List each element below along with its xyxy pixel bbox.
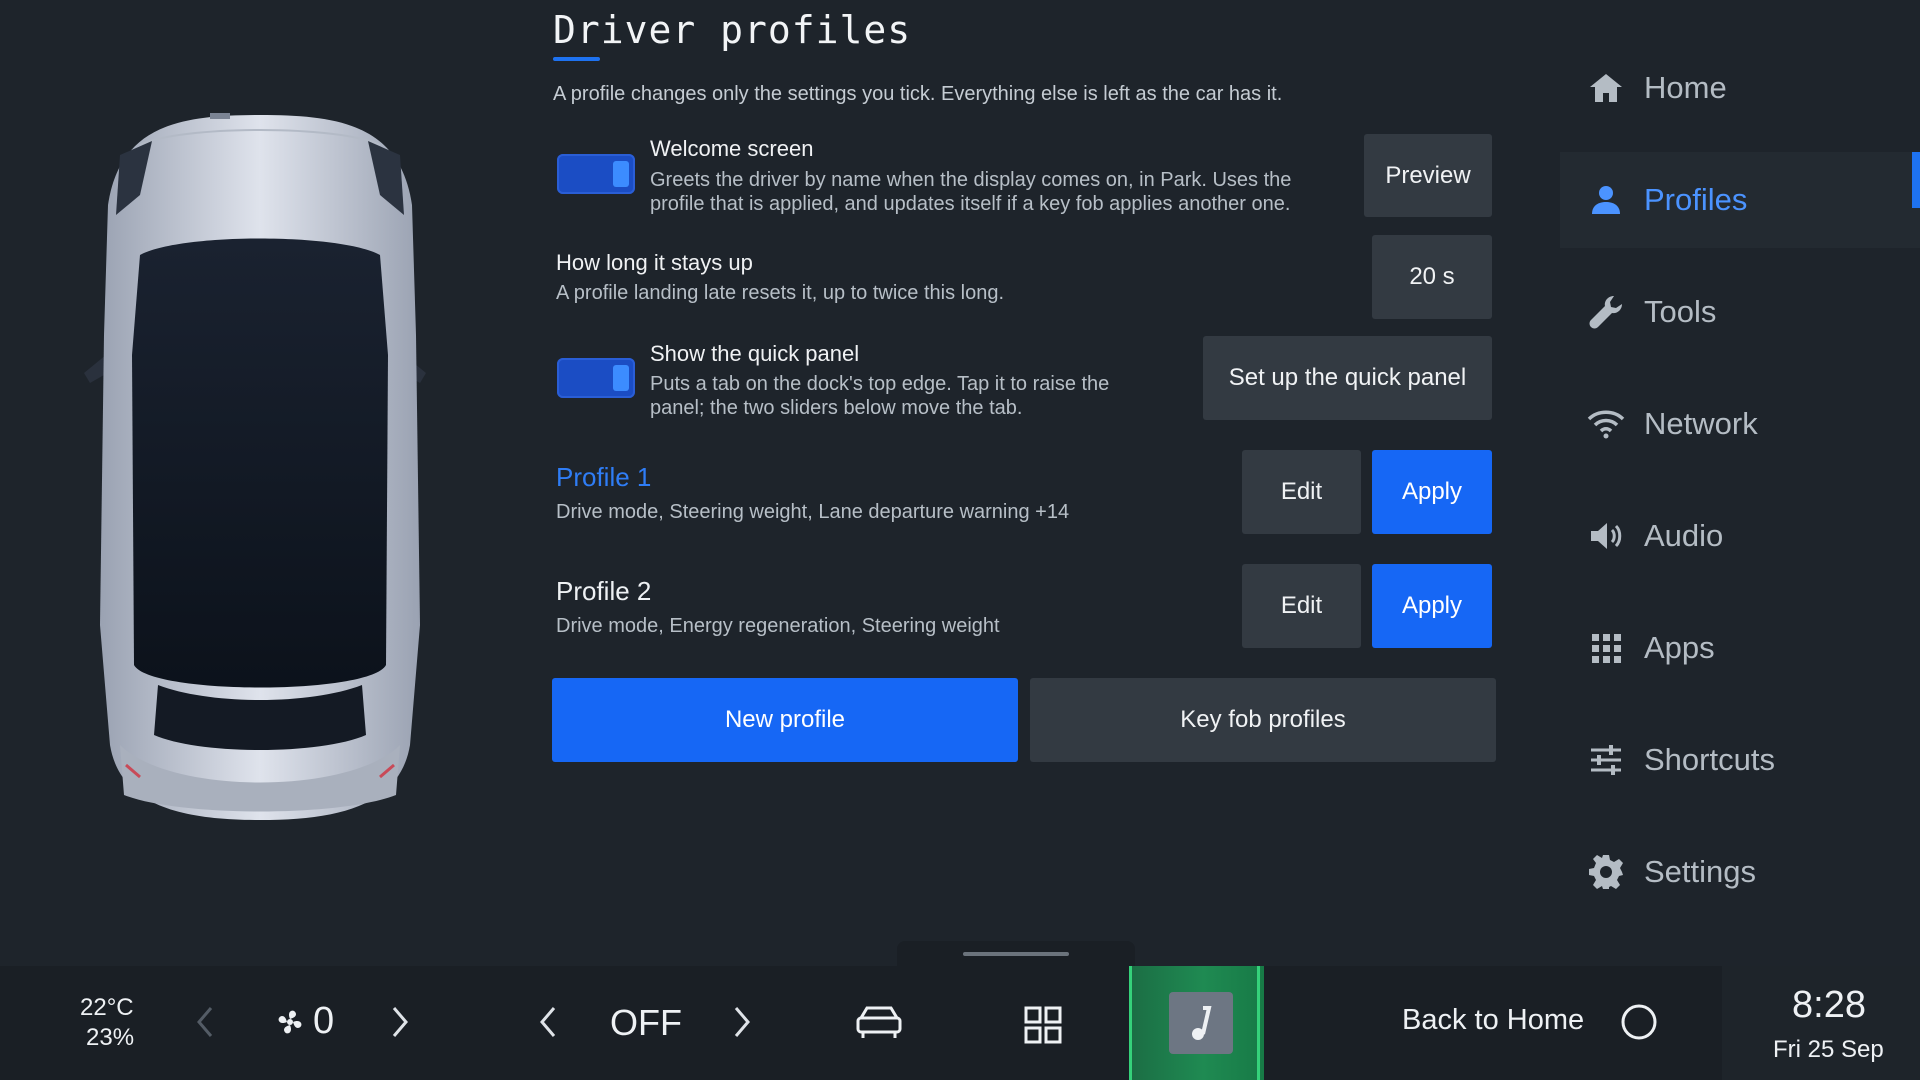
duration-value-button[interactable]: 20 s [1372,235,1492,319]
toggle-knob [613,161,629,187]
sidebar-item-settings[interactable]: Settings [1560,824,1920,920]
sidebar-item-shortcuts[interactable]: Shortcuts [1560,712,1920,808]
sidebar-item-audio[interactable]: Audio [1560,488,1920,584]
person-icon [1592,186,1620,214]
settings-sidebar: Home Profiles Tools Network Audio Apps S… [1560,0,1920,960]
cabin-humidity: 23% [86,1024,135,1051]
key-fob-profiles-button[interactable]: Key fob profiles [1030,678,1496,762]
sidebar-item-label: Home [1644,70,1727,105]
clock-time: 8:28 [1792,984,1866,1026]
sidebar-item-label: Tools [1644,294,1717,329]
sidebar-item-label: Apps [1644,630,1715,665]
page-description: A profile changes only the settings you … [553,83,1283,105]
speaker-icon [1591,523,1622,549]
duration-title: How long it stays up [556,250,753,275]
sidebar-item-label: Shortcuts [1644,742,1775,777]
duration-desc: A profile landing late resets it, up to … [556,282,1005,304]
bottom-dock: 22°C 23% 0 OFF Back to Home 8:28 Fri 25 … [0,966,1920,1080]
sidebar-item-label: Audio [1644,518,1724,553]
sidebar-item-label: Profiles [1644,182,1748,217]
quick-panel-desc-line2: panel; the two sliders below move the ta… [650,397,1023,419]
fan-speed-value: 0 [313,1000,335,1042]
welcome-screen-row: Welcome screen Greets the driver by name… [552,134,1496,218]
car-top-view-image [70,105,450,835]
seat-heat-increase-chevron-icon[interactable] [730,1004,754,1040]
sidebar-item-apps[interactable]: Apps [1560,600,1920,696]
profile-name: Profile 1 [556,462,652,492]
app-grid-icon[interactable] [1024,1006,1062,1044]
welcome-screen-toggle[interactable] [557,154,635,194]
car-interior-icon[interactable] [855,1004,903,1042]
quick-panel-row: Show the quick panel Puts a tab on the d… [552,336,1496,420]
profile-row[interactable]: Profile 2 Drive mode, Energy regeneratio… [552,564,1496,648]
sidebar-item-network[interactable]: Network [1560,376,1920,472]
sidebar-item-profiles[interactable]: Profiles [1560,152,1920,248]
wrench-icon [1589,296,1622,329]
edit-profile-button[interactable]: Edit [1242,450,1361,534]
apply-profile-button[interactable]: Apply [1372,450,1492,534]
page-title: Driver profiles [553,8,912,52]
welcome-screen-title: Welcome screen [650,136,814,161]
welcome-screen-desc-line1: Greets the driver by name when the displ… [650,169,1292,191]
apply-profile-button[interactable]: Apply [1372,564,1492,648]
sidebar-item-label: Settings [1644,854,1757,889]
music-note-icon [1192,1006,1212,1040]
sidebar-item-label: Network [1644,406,1758,441]
media-player-tile[interactable] [1129,966,1264,1080]
fan-decrease-chevron-icon[interactable] [193,1004,217,1040]
toggle-knob [613,365,629,391]
drag-handle [963,952,1069,956]
edit-profile-button[interactable]: Edit [1242,564,1361,648]
fan-icon [278,1010,302,1034]
back-to-home-label[interactable]: Back to Home [1402,1004,1584,1037]
profile-name: Profile 2 [556,576,652,606]
tile-stripe [1129,966,1132,1080]
seat-heat-decrease-chevron-icon[interactable] [536,1004,560,1040]
sidebar-item-home[interactable]: Home [1560,40,1920,136]
wifi-icon [1587,410,1625,439]
grid-icon [1592,634,1621,663]
quick-panel-title: Show the quick panel [650,341,860,366]
set-up-quick-panel-button[interactable]: Set up the quick panel [1203,336,1492,420]
welcome-screen-desc-line2: profile that is applied, and updates its… [650,193,1291,215]
clock-date: Fri 25 Sep [1773,1036,1884,1063]
profile-row[interactable]: Profile 1 Drive mode, Steering weight, L… [552,450,1496,534]
driver-profiles-panel: Driver profiles A profile changes only t… [552,0,1496,960]
duration-row: How long it stays up A profile landing l… [552,235,1496,319]
title-underline [553,57,600,61]
sidebar-item-tools[interactable]: Tools [1560,264,1920,360]
album-art [1169,992,1233,1054]
quick-panel-desc-line1: Puts a tab on the dock's top edge. Tap i… [650,373,1110,395]
profile-settings: Drive mode, Energy regeneration, Steerin… [556,615,1000,637]
seat-heat-value: OFF [610,1002,682,1043]
tile-stripe [1257,966,1260,1080]
quick-panel-toggle[interactable] [557,358,635,398]
sliders-icon [1591,745,1621,775]
home-icon [1590,74,1622,102]
active-nav-indicator [1912,152,1920,208]
profile-settings: Drive mode, Steering weight, Lane depart… [556,501,1070,523]
clock-panel: 8:28 Fri 25 Sep [1722,966,1920,1080]
fan-increase-chevron-icon[interactable] [388,1004,412,1040]
cabin-temperature: 22°C [80,994,134,1021]
preview-button[interactable]: Preview [1364,134,1492,217]
gear-icon [1589,855,1623,889]
home-circle-icon[interactable] [1620,1003,1658,1041]
new-profile-button[interactable]: New profile [552,678,1018,762]
